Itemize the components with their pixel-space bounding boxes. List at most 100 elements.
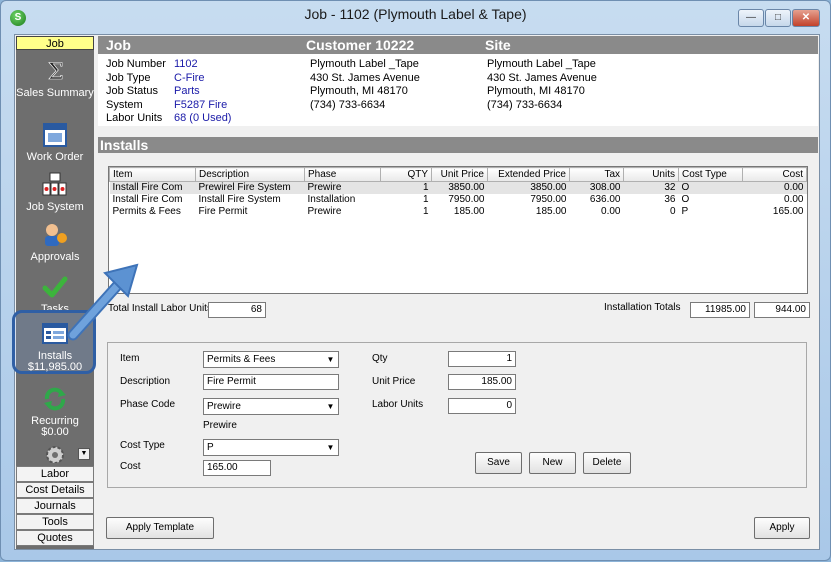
- cell: 1: [422, 206, 429, 217]
- customer-phone: (734) 733-6634: [310, 98, 386, 111]
- cell: 7950.00: [530, 194, 567, 205]
- header-bar: Job Customer 10222 Site: [98, 36, 818, 54]
- save-button[interactable]: Save: [475, 452, 522, 474]
- labor-units-field[interactable]: 0: [448, 398, 516, 414]
- sidebar-item-tasks[interactable]: Tasks: [16, 274, 94, 315]
- customer-city: Plymouth, MI 48170: [310, 85, 408, 97]
- col-units[interactable]: Units: [623, 167, 679, 182]
- labor-units-value: 68 (0 Used): [174, 112, 232, 124]
- cost-field[interactable]: 165.00: [203, 460, 271, 476]
- cell: 32: [623, 181, 679, 194]
- sidebar-item-approvals[interactable]: Approvals: [16, 222, 94, 263]
- job-heading: Job: [106, 37, 131, 53]
- total-labor-units-field: 68: [208, 302, 266, 318]
- sidebar-item-label: Sales Summary: [16, 87, 94, 99]
- job-type-value: C-Fire: [174, 71, 205, 84]
- cell: 636.00: [589, 194, 621, 205]
- phase-code-select[interactable]: Prewire ▼: [203, 398, 339, 415]
- cell: Prewire: [304, 181, 381, 194]
- description-field[interactable]: Fire Permit: [203, 374, 339, 390]
- sidebar-item-amount: $11,985.00: [27, 361, 83, 373]
- table-row[interactable]: Install Fire Com Prewirel Fire System Pr…: [109, 181, 807, 194]
- tab-cost-details[interactable]: Cost Details: [16, 482, 94, 498]
- item-select[interactable]: Permits & Fees ▼: [203, 351, 339, 368]
- col-extended-price[interactable]: Extended Price: [487, 167, 570, 182]
- cost-type-select[interactable]: P ▼: [203, 439, 339, 456]
- sidebar-bottom-tabs: Labor Cost Details Journals Tools Quotes: [16, 466, 94, 546]
- job-status-value: Parts: [174, 85, 200, 97]
- sidebar-item-recurring[interactable]: Recurring $0.00: [16, 386, 94, 438]
- customer-heading: Customer 10222: [306, 37, 415, 53]
- chevron-down-icon: ▼: [326, 402, 335, 411]
- sidebar-item-label: Work Order: [26, 151, 84, 163]
- sidebar-item-installs[interactable]: Installs $11,985.00: [16, 321, 94, 373]
- tab-quotes[interactable]: Quotes: [16, 530, 94, 546]
- col-tax[interactable]: Tax: [569, 167, 624, 182]
- labor-units-edit-label: Labor Units: [372, 399, 424, 410]
- minimize-button[interactable]: —: [738, 9, 764, 27]
- col-cost[interactable]: Cost: [742, 167, 807, 182]
- col-unit-price[interactable]: Unit Price: [431, 167, 488, 182]
- sigma-icon: Σ: [42, 58, 68, 86]
- col-description[interactable]: Description: [195, 167, 305, 182]
- qty-label: Qty: [372, 353, 388, 364]
- sidebar-item-work-order[interactable]: Work Order: [16, 122, 94, 163]
- tab-tools[interactable]: Tools: [16, 514, 94, 530]
- phase-code-label: Phase Code: [120, 399, 176, 410]
- item-select-value: Permits & Fees: [207, 354, 276, 365]
- cell: Install Fire Com: [112, 194, 183, 205]
- table-row[interactable]: Permits & Fees Fire Permit Prewire 1 185…: [110, 206, 807, 218]
- new-button[interactable]: New: [529, 452, 576, 474]
- title-bar: S Job - 1102 (Plymouth Label & Tape) — □…: [1, 1, 830, 33]
- table-row[interactable]: Install Fire Com Install Fire System Ins…: [110, 194, 807, 206]
- job-number-label: Job Number: [106, 58, 166, 70]
- recurring-icon: [42, 386, 68, 412]
- window-title: Job - 1102 (Plymouth Label & Tape): [304, 6, 527, 22]
- cell: 185.00: [453, 206, 485, 217]
- col-cost-type[interactable]: Cost Type: [678, 167, 743, 182]
- cell: P: [681, 206, 689, 217]
- cell: Permits & Fees: [112, 206, 181, 217]
- tab-journals[interactable]: Journals: [16, 498, 94, 514]
- customer-name: Plymouth Label _Tape: [310, 58, 419, 70]
- col-qty[interactable]: QTY: [380, 167, 432, 182]
- job-window: S Job - 1102 (Plymouth Label & Tape) — □…: [0, 0, 831, 561]
- delete-button[interactable]: Delete: [583, 452, 631, 474]
- maximize-button[interactable]: □: [765, 9, 791, 27]
- work-order-icon: [42, 122, 68, 148]
- cell: 165.00: [772, 206, 804, 217]
- cell: 7950.00: [448, 194, 485, 205]
- qty-field[interactable]: 1: [448, 351, 516, 367]
- chevron-down-icon: ▼: [326, 355, 335, 364]
- unit-price-field[interactable]: 185.00: [448, 374, 516, 390]
- install-edit-panel: Item Permits & Fees ▼ Description Fire P…: [107, 342, 807, 488]
- sidebar-tab-job[interactable]: Job: [16, 36, 94, 50]
- cell: Install Fire System: [198, 194, 281, 205]
- cost-label: Cost: [120, 461, 141, 472]
- unit-price-label: Unit Price: [372, 376, 416, 387]
- sidebar-scroll-down-icon[interactable]: ▼: [78, 448, 90, 460]
- cell: 3850.00: [487, 181, 570, 194]
- apply-template-button[interactable]: Apply Template: [106, 517, 214, 539]
- cell: Prewirel Fire System: [195, 181, 305, 194]
- close-button[interactable]: ✕: [792, 9, 820, 27]
- approvals-icon: [42, 222, 68, 248]
- item-label: Item: [120, 353, 140, 364]
- site-heading: Site: [485, 37, 511, 53]
- system-value: F5287 Fire: [174, 98, 228, 111]
- apply-button[interactable]: Apply: [754, 517, 810, 539]
- customer-address: Plymouth Label _Tape 430 St. James Avenu…: [310, 58, 420, 112]
- job-info: Job Number 1102 Job Type C-Fire Job Status…: [106, 58, 231, 126]
- installation-total-price: 11985.00: [690, 302, 750, 318]
- sidebar-item-sales-summary[interactable]: Σ Sales Summary: [16, 58, 94, 99]
- tab-labor[interactable]: Labor: [16, 466, 94, 482]
- job-status-label: Job Status: [106, 85, 158, 97]
- installs-grid[interactable]: Item Description Phase QTY Unit Price Ex…: [108, 166, 808, 294]
- col-item[interactable]: Item: [109, 167, 196, 182]
- col-phase[interactable]: Phase: [304, 167, 381, 182]
- chevron-down-icon: ▼: [326, 443, 335, 452]
- sidebar-item-job-system[interactable]: Job System: [16, 172, 94, 213]
- cell: 0.00: [784, 194, 804, 205]
- site-phone: (734) 733-6634: [487, 98, 563, 111]
- sidebar: Job Σ Sales Summary Work Order Job Syste…: [12, 36, 96, 549]
